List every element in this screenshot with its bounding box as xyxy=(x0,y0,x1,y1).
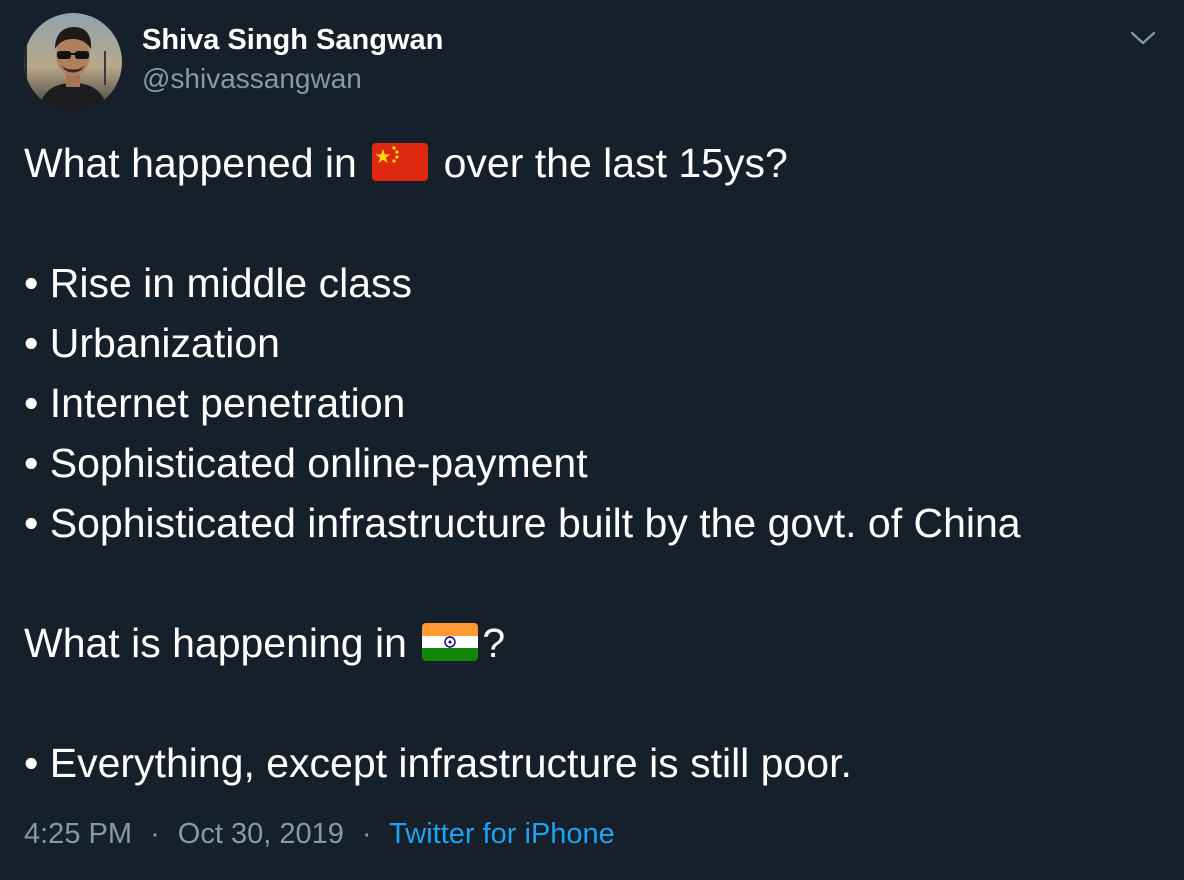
author-display-name[interactable]: Shiva Singh Sangwan xyxy=(142,24,443,57)
chevron-down-icon[interactable] xyxy=(1126,26,1160,50)
tweet-card: Shiva Singh Sangwan @shivassangwan What … xyxy=(0,0,1184,880)
list-item: • Internet penetration xyxy=(24,380,406,426)
tweet-text-segment: over the last 15ys? xyxy=(443,140,788,186)
tweet-time[interactable]: 4:25 PM xyxy=(24,818,132,850)
list-item: • Sophisticated online-payment xyxy=(24,440,588,486)
author-handle[interactable]: @shivassangwan xyxy=(142,63,362,95)
separator-dot: · xyxy=(361,818,372,850)
tweet-line: What happened in over the last 15ys? xyxy=(24,133,1164,193)
list-item: • Urbanization xyxy=(24,320,280,366)
tweet-text-segment: What happened in xyxy=(24,140,357,186)
profile-photo xyxy=(24,13,122,111)
tweet-source-link[interactable]: Twitter for iPhone xyxy=(389,818,615,850)
tweet-text-segment: What is happening in xyxy=(24,620,407,666)
list-item: • Everything, except infrastructure is s… xyxy=(24,740,852,786)
tweet-metadata: 4:25 PM · Oct 30, 2019 · Twitter for iPh… xyxy=(24,818,615,851)
tweet-line: What is happening in ? xyxy=(24,613,1164,673)
separator-dot: · xyxy=(150,818,160,850)
avatar[interactable] xyxy=(24,13,122,111)
china-flag-icon xyxy=(372,137,429,197)
tweet-date[interactable]: Oct 30, 2019 xyxy=(178,818,344,850)
tweet-text: What happened in over the last 15ys? • R… xyxy=(24,133,1164,793)
list-item: • Sophisticated infrastructure built by … xyxy=(24,500,1021,546)
list-item: • Rise in middle class xyxy=(24,260,413,306)
india-flag-icon xyxy=(422,617,479,677)
tweet-text-segment: ? xyxy=(482,620,506,666)
